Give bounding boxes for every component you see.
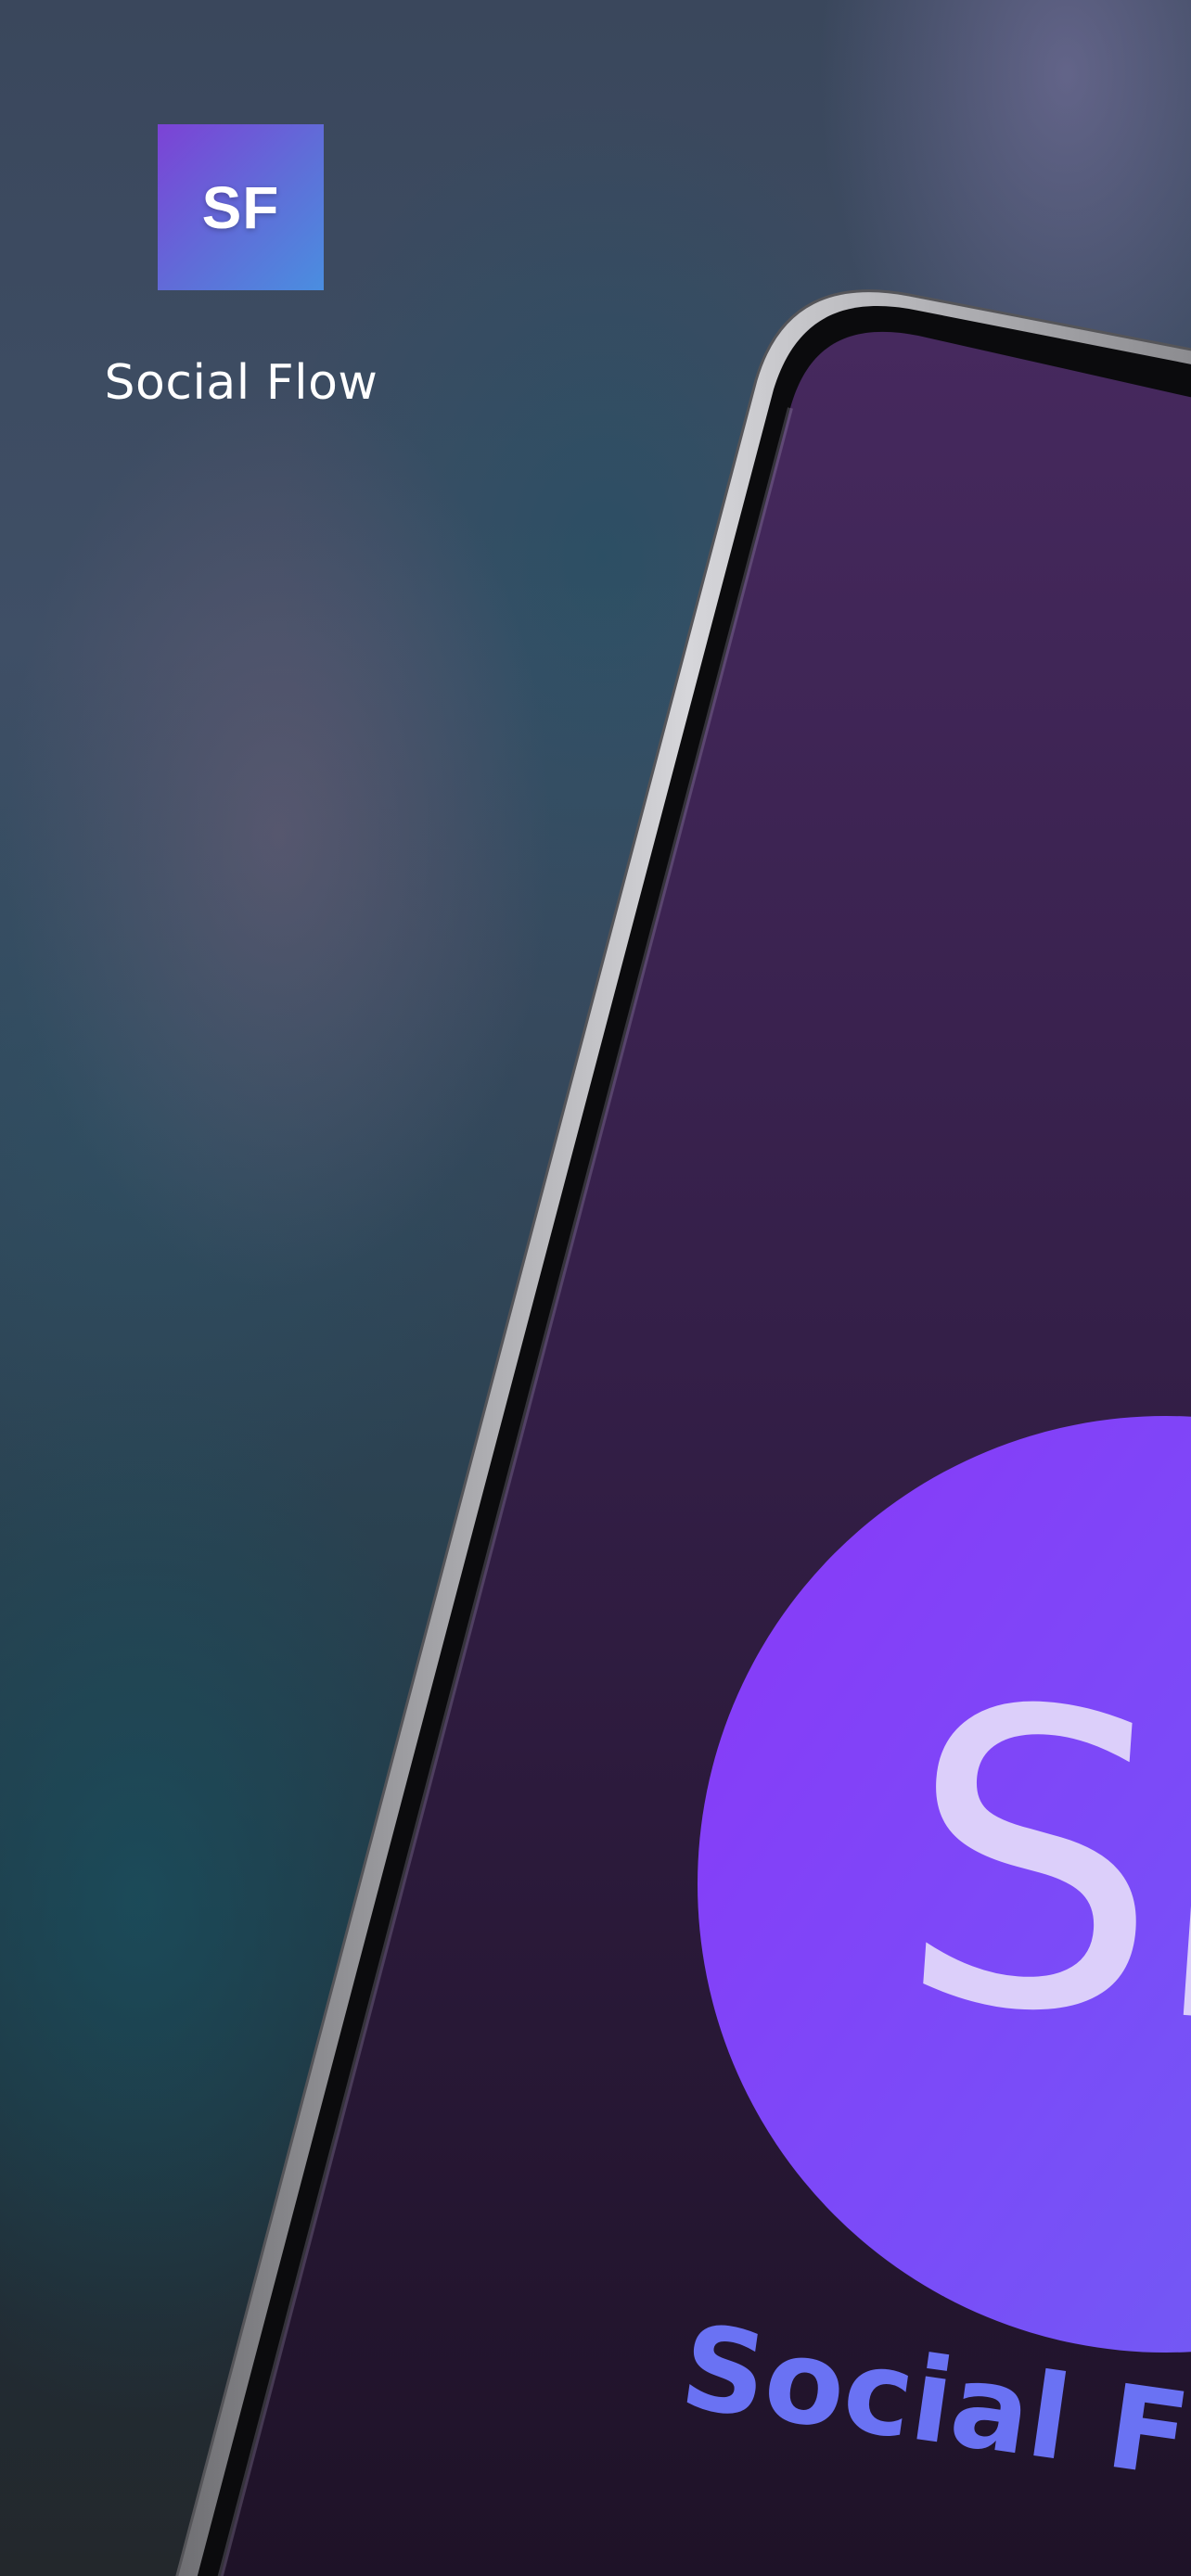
app-icon: SF xyxy=(158,124,324,290)
app-name: Social Flow xyxy=(104,355,378,411)
app-icon-label: SF xyxy=(201,173,280,241)
